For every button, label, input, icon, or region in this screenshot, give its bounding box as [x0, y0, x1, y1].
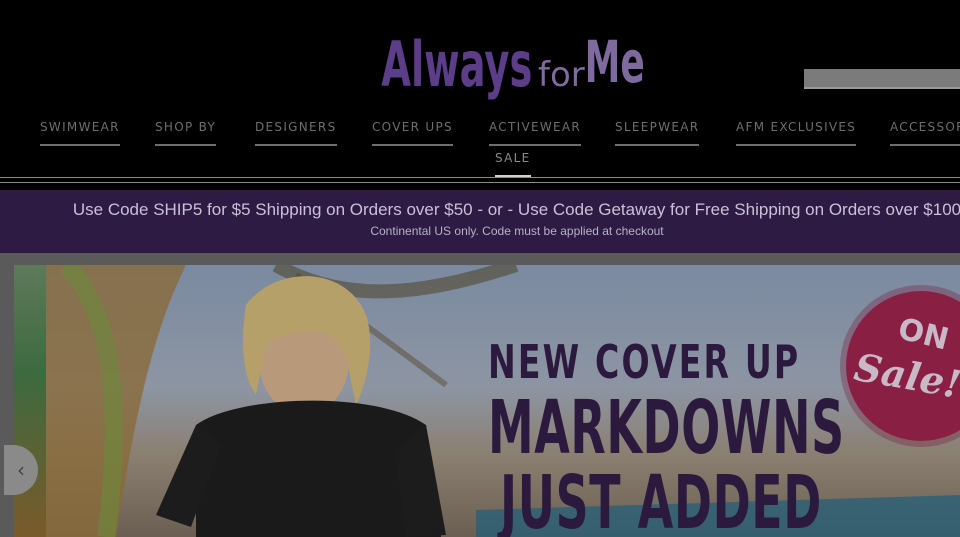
hero-slide[interactable]: NEW COVER UP MARKDOWNS JUST ADDED ON Sal…	[46, 265, 960, 537]
promo-banner[interactable]: Use Code SHIP5 for $5 Shipping on Orders…	[0, 190, 960, 253]
logo[interactable]: Always for Me	[380, 28, 650, 108]
nav-item-cover-ups[interactable]: COVER UPS	[372, 120, 453, 146]
nav-item-swimwear[interactable]: SWIMWEAR	[40, 120, 120, 146]
nav-item-sleepwear[interactable]: SLEEPWEAR	[615, 120, 700, 146]
logo-always: Always	[381, 30, 532, 102]
nav-item-designers[interactable]: DESIGNERS	[255, 120, 337, 146]
hero-line-1: NEW COVER UP	[488, 335, 801, 389]
search-input[interactable]	[804, 69, 960, 89]
logo-for: for	[538, 55, 585, 95]
chevron-left-icon: ‹	[17, 458, 25, 482]
nav-item-sale[interactable]: SALE	[495, 151, 531, 177]
previous-slide-peek	[14, 265, 46, 537]
nav-item-shop-by[interactable]: SHOP BY	[155, 120, 217, 146]
nav-item-afm-exclusives[interactable]: AFM EXCLUSIVES	[736, 120, 857, 146]
promo-main-text: Use Code SHIP5 for $5 Shipping on Orders…	[72, 200, 960, 219]
header-divider	[0, 182, 960, 183]
logo-me: Me	[585, 29, 645, 96]
nav-item-accessories[interactable]: ACCESSORIES	[890, 120, 960, 146]
promo-sub-text: Continental US only. Code must be applie…	[370, 224, 664, 238]
nav-item-activewear[interactable]: ACTIVEWEAR	[489, 120, 582, 146]
hero-line-3: JUST ADDED	[500, 460, 822, 537]
hero-carousel: NEW COVER UP MARKDOWNS JUST ADDED ON Sal…	[0, 253, 960, 537]
always-for-me-logo: Always for Me	[381, 29, 645, 102]
site-header: Always for Me SWIMWEAR SHOP BY DESIGNERS…	[0, 0, 960, 190]
hero-line-2: MARKDOWNS	[488, 385, 845, 471]
header-divider	[0, 177, 960, 178]
